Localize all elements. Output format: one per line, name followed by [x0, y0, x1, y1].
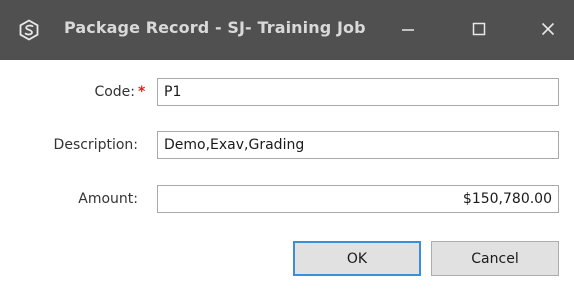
- maximize-icon: [472, 21, 486, 40]
- minimize-icon: [401, 21, 415, 40]
- maximize-button[interactable]: [451, 0, 507, 60]
- close-button[interactable]: [520, 0, 574, 60]
- amount-label: Amount:: [78, 191, 138, 207]
- app-logo-icon: [18, 19, 40, 41]
- description-field[interactable]: Demo,Exav,Grading: [157, 131, 559, 159]
- cancel-button[interactable]: Cancel: [431, 241, 559, 276]
- title-bar[interactable]: Package Record - SJ- Training Job: [0, 0, 574, 60]
- required-marker: *: [138, 84, 146, 100]
- code-label: Code:: [94, 84, 135, 100]
- code-field[interactable]: P1: [157, 78, 559, 106]
- description-label: Description:: [53, 137, 138, 153]
- close-icon: [541, 21, 555, 40]
- ok-button[interactable]: OK: [293, 241, 421, 276]
- minimize-button[interactable]: [380, 0, 436, 60]
- window-title: Package Record - SJ- Training Job: [64, 18, 366, 37]
- amount-field[interactable]: $150,780.00: [157, 185, 559, 213]
